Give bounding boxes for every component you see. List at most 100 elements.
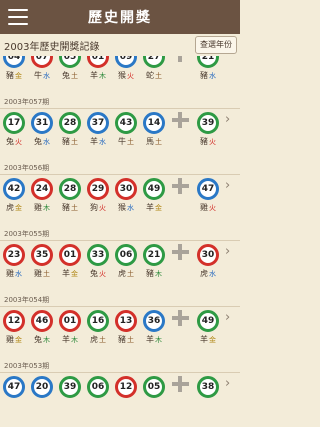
zodiac-label: 牛土: [118, 137, 134, 146]
number-ball: 31: [31, 112, 53, 134]
zodiac-label: 雞木: [34, 203, 50, 212]
number-ball: 06: [87, 376, 109, 398]
plus-icon: [172, 244, 189, 260]
zodiac-label: 雞土: [34, 269, 50, 278]
number-ball: 46: [31, 310, 53, 332]
special-zodiac-label: 雞火: [200, 203, 216, 212]
zodiac-label: 豬土: [62, 137, 78, 146]
number-ball: 42: [3, 178, 25, 200]
zodiac-label: 虎土: [118, 269, 134, 278]
zodiac-label: 兔火: [6, 137, 22, 146]
number-ball: 30: [115, 178, 137, 200]
issue-number: 2003年054期: [4, 296, 50, 304]
issue-number: 2003年056期: [4, 164, 50, 172]
number-ball: 28: [59, 112, 81, 134]
special-zodiac-label: 虎水: [200, 269, 216, 278]
zodiac-label: 豬土: [62, 203, 78, 212]
zodiac-label: 豬土: [118, 335, 134, 344]
number-ball: 09: [115, 56, 137, 68]
number-ball: 05: [143, 376, 165, 398]
special-ball: 30: [197, 244, 219, 266]
number-ball: 43: [115, 112, 137, 134]
number-ball: 17: [3, 112, 25, 134]
draw-row[interactable]: 47 20 39 06 12 05 38 › 2003年053期: [0, 362, 240, 427]
chevron-right-icon[interactable]: ›: [225, 56, 230, 62]
zodiac-label: 羊金: [62, 269, 78, 278]
number-ball: 49: [143, 178, 165, 200]
chevron-right-icon[interactable]: ›: [225, 112, 230, 128]
number-ball: 23: [3, 244, 25, 266]
zodiac-label: 虎土: [90, 335, 106, 344]
number-ball: 14: [143, 112, 165, 134]
zodiac-label: 狗火: [90, 203, 106, 212]
draw-list: 04070501092721›豬金牛水兔土羊木猴火蛇土豬水17312837431…: [0, 56, 240, 427]
number-ball: 20: [31, 376, 53, 398]
zodiac-label: 猴火: [118, 71, 134, 80]
zodiac-label: 牛水: [34, 71, 50, 80]
number-ball: 06: [115, 244, 137, 266]
number-ball: 12: [3, 310, 25, 332]
number-ball: 13: [115, 310, 137, 332]
number-ball: 36: [143, 310, 165, 332]
chevron-right-icon[interactable]: ›: [225, 376, 230, 392]
number-ball: 28: [59, 178, 81, 200]
zodiac-label: 雞水: [6, 269, 22, 278]
number-ball: 37: [87, 112, 109, 134]
special-ball: 38: [197, 376, 219, 398]
zodiac-label: 羊木: [62, 335, 78, 344]
menu-icon[interactable]: [8, 9, 28, 25]
zodiac-label: 羊金: [146, 203, 162, 212]
draw-row[interactable]: 42 24 28 29 30 49 47 › 虎金 雞木 豬土 狗火 猴水 羊金 雞火 2003年056期: [0, 164, 240, 233]
zodiac-label: 兔水: [34, 137, 50, 146]
number-ball: 35: [31, 244, 53, 266]
draw-row[interactable]: 17 31 28 37 43 14 39 › 兔火 兔水 豬土 羊水 牛土 馬土 豬火 2003年057期: [0, 98, 240, 167]
number-ball: 47: [3, 376, 25, 398]
draw-row[interactable]: 23 35 01 33 06 21 30 › 雞水 雞土 羊金 兔火 虎土 豬木 虎水 2003年055期: [0, 230, 240, 299]
zodiac-label: 兔木: [34, 335, 50, 344]
zodiac-label: 虎金: [6, 203, 22, 212]
zodiac-label: 兔火: [90, 269, 106, 278]
special-zodiac-label: 羊金: [200, 335, 216, 344]
number-ball: 16: [87, 310, 109, 332]
special-zodiac-label: 豬火: [200, 137, 216, 146]
plus-icon: [172, 178, 189, 194]
plus-icon: [172, 56, 189, 62]
zodiac-label: 羊木: [90, 71, 106, 80]
zodiac-label: 蛇土: [146, 71, 162, 80]
number-ball: 05: [59, 56, 81, 68]
number-ball: 04: [3, 56, 25, 68]
draw-row[interactable]: 04 07 05 01 09 27 21 › 豬金 牛水 兔土 羊木 猴火 蛇土 豬水: [0, 56, 240, 101]
draw-row[interactable]: 12 46 01 16 13 36 49 › 雞金 兔木 羊木 虎土 豬土 羊木 羊金 2003年054期: [0, 296, 240, 365]
special-ball: 39: [197, 112, 219, 134]
zodiac-label: 馬土: [146, 137, 162, 146]
zodiac-label: 雞金: [6, 335, 22, 344]
special-ball: 21: [197, 56, 219, 68]
zodiac-label: 豬木: [146, 269, 162, 278]
zodiac-label: 兔土: [62, 71, 78, 80]
zodiac-label: 羊木: [146, 335, 162, 344]
app-bar: 歷史開獎: [0, 0, 240, 34]
chevron-right-icon[interactable]: ›: [225, 244, 230, 260]
plus-icon: [172, 376, 189, 392]
special-zodiac-label: 豬水: [200, 71, 216, 80]
number-ball: 12: [115, 376, 137, 398]
issue-number: 2003年057期: [4, 98, 50, 106]
page-title: 歷史開獎: [88, 10, 152, 26]
issue-number: 2003年055期: [4, 230, 50, 238]
number-ball: 01: [59, 310, 81, 332]
sub-header: 2003年歷史開獎記錄 查選年份: [0, 34, 240, 56]
chevron-right-icon[interactable]: ›: [225, 178, 230, 194]
number-ball: 24: [31, 178, 53, 200]
number-ball: 33: [87, 244, 109, 266]
number-ball: 21: [143, 244, 165, 266]
special-ball: 49: [197, 310, 219, 332]
number-ball: 07: [31, 56, 53, 68]
special-ball: 47: [197, 178, 219, 200]
number-ball: 29: [87, 178, 109, 200]
plus-icon: [172, 112, 189, 128]
plus-icon: [172, 310, 189, 326]
number-ball: 01: [59, 244, 81, 266]
select-year-button[interactable]: 查選年份: [195, 36, 237, 54]
chevron-right-icon[interactable]: ›: [225, 310, 230, 326]
number-ball: 27: [143, 56, 165, 68]
